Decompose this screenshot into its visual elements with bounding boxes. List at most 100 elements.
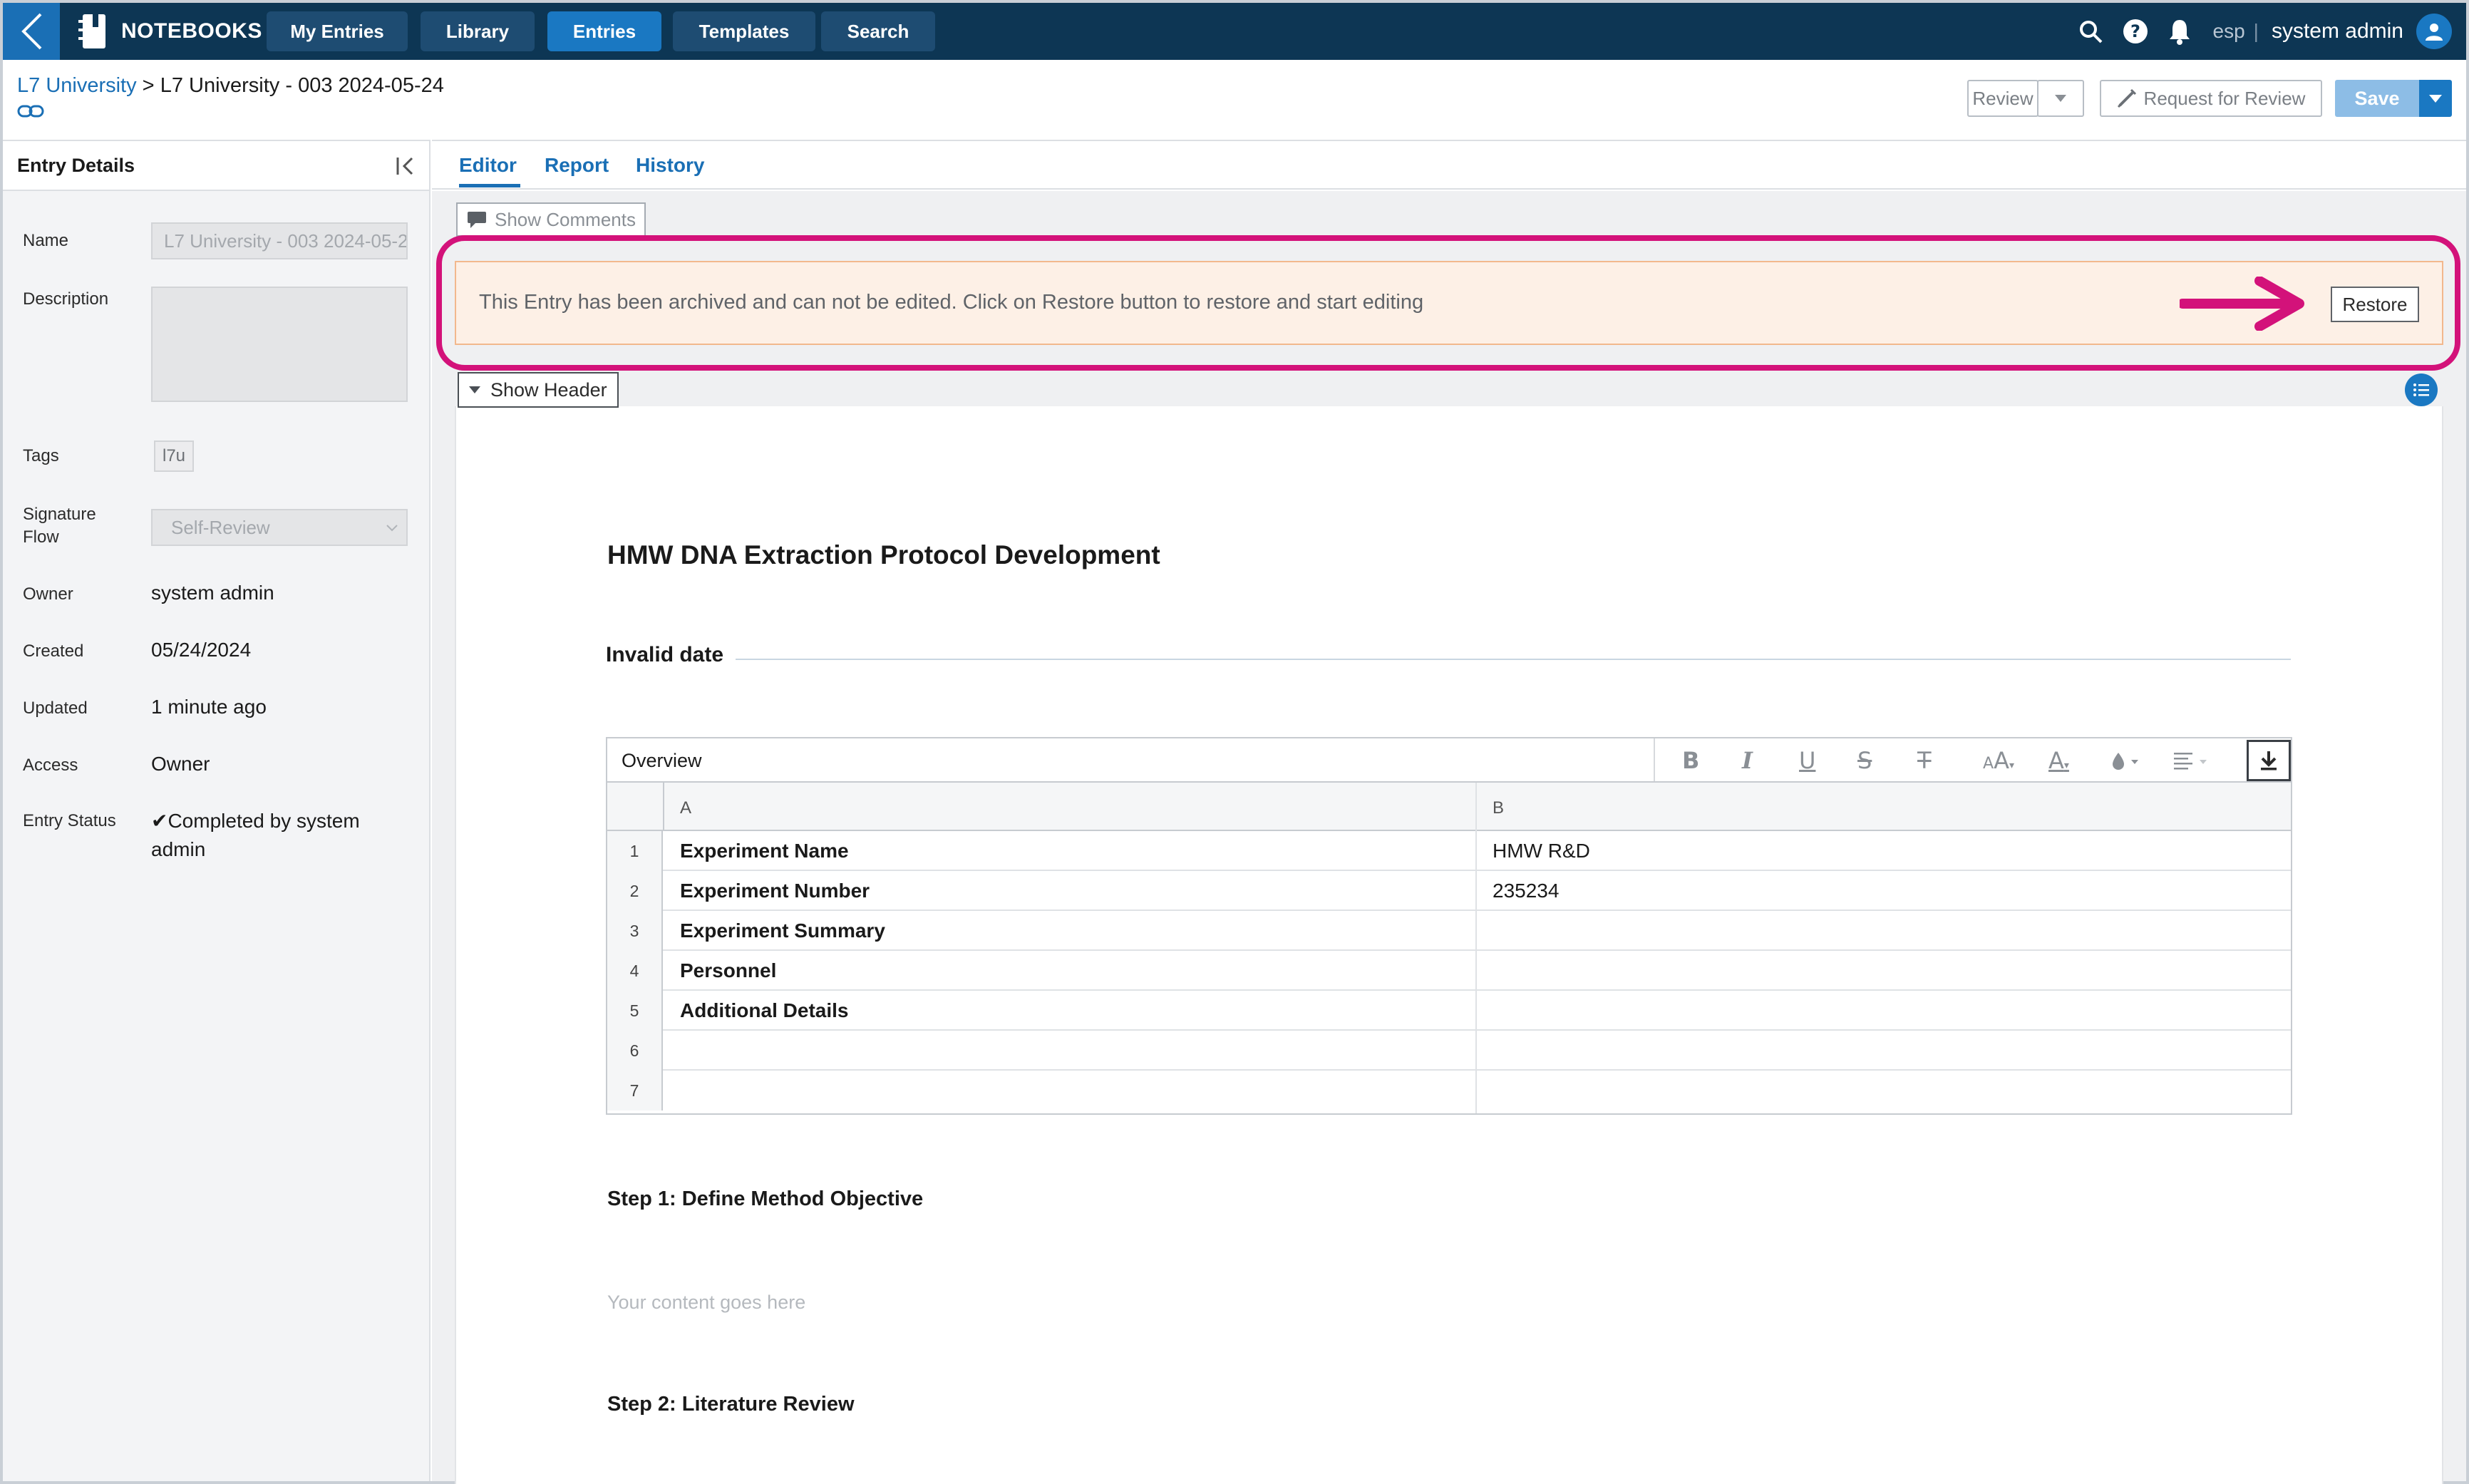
table-row[interactable]: 2 Experiment Number 235234 <box>607 871 2291 911</box>
fill-color-icon[interactable] <box>2110 748 2143 777</box>
entry-status-line1: ✔Completed by system <box>151 810 360 832</box>
italic-icon[interactable]: I <box>1742 748 1753 773</box>
link-icon[interactable] <box>17 104 44 122</box>
user-name[interactable]: system admin <box>2272 19 2403 43</box>
chevron-left-icon <box>21 13 42 50</box>
cell-a[interactable]: Experiment Number <box>680 880 870 902</box>
grid-title: Overview <box>622 750 702 771</box>
search-icon[interactable] <box>2078 19 2103 44</box>
name-field[interactable]: L7 University - 003 2024-05-24 <box>151 222 408 259</box>
owner-value: system admin <box>151 582 274 604</box>
column-b-label: B <box>1493 798 1505 818</box>
entry-status-label: Entry Status <box>23 811 116 830</box>
overview-grid[interactable]: Overview B I U S T AA▾ A▾ A B 1 Experimen… <box>606 737 2292 1115</box>
save-button[interactable]: Save <box>2335 80 2419 117</box>
outline-toggle-button[interactable] <box>2405 373 2438 406</box>
access-value: Owner <box>151 753 210 775</box>
review-button[interactable]: Review <box>1967 80 2038 117</box>
nav-my-entries[interactable]: My Entries <box>267 11 408 51</box>
nav-library[interactable]: Library <box>421 11 535 51</box>
back-button[interactable] <box>3 3 60 60</box>
table-row[interactable]: 5 Additional Details <box>607 991 2291 1031</box>
table-row[interactable]: 4 Personnel <box>607 951 2291 991</box>
row-number: 3 <box>607 911 663 951</box>
column-separator <box>1475 783 1477 1113</box>
font-size-icon[interactable]: AA▾ <box>1983 748 2014 778</box>
tab-active-indicator <box>459 184 520 187</box>
user-icon <box>2426 24 2443 41</box>
entry-status-line2: admin <box>151 838 206 860</box>
cell-a[interactable]: Personnel <box>680 959 776 982</box>
collapse-panel-icon[interactable] <box>395 155 416 182</box>
entry-details-header: Entry Details <box>3 141 429 191</box>
cell-a[interactable]: Experiment Summary <box>680 919 885 942</box>
show-comments-button[interactable]: Show Comments <box>456 202 646 237</box>
cell-b[interactable]: 235234 <box>1493 880 1559 902</box>
row-number: 4 <box>607 951 663 991</box>
created-value: 05/24/2024 <box>151 639 252 661</box>
description-field[interactable] <box>151 287 408 402</box>
signature-flow-value: Self-Review <box>171 516 270 538</box>
show-header-button[interactable]: Show Header <box>458 372 619 408</box>
entry-details-title: Entry Details <box>17 154 135 176</box>
cell-a[interactable]: Experiment Name <box>680 840 849 862</box>
table-row[interactable]: 6 <box>607 1031 2291 1071</box>
tag-chip[interactable]: l7u <box>154 440 195 472</box>
access-label: Access <box>23 756 78 775</box>
tab-history[interactable]: History <box>636 154 704 177</box>
breadcrumb: L7 University > L7 University - 003 2024… <box>17 74 444 98</box>
list-icon <box>2413 383 2429 396</box>
column-header-b[interactable]: B <box>1477 783 2291 831</box>
column-a-label: A <box>680 798 692 818</box>
highlight-outline <box>436 235 2460 371</box>
request-review-button[interactable]: Request for Review <box>2100 80 2322 117</box>
tab-editor[interactable]: Editor <box>459 154 517 177</box>
help-icon[interactable]: ? <box>2122 18 2149 45</box>
breadcrumb-separator: > <box>136 74 160 97</box>
underline-icon[interactable]: U <box>1799 748 1815 773</box>
corner-cell[interactable] <box>607 783 664 831</box>
strikethrough-icon[interactable]: S <box>1857 748 1872 773</box>
toolbar-divider <box>1654 738 1655 781</box>
font-color-icon[interactable]: A▾ <box>2048 748 2069 778</box>
signature-label-line2: Flow <box>23 527 59 547</box>
top-right-tools: ? esp | system admin <box>2059 3 2452 60</box>
breadcrumb-parent-link[interactable]: L7 University <box>17 74 137 97</box>
align-icon[interactable] <box>2172 748 2210 777</box>
nav-separator: | <box>2253 20 2259 42</box>
row-number: 5 <box>607 991 663 1031</box>
table-row[interactable]: 7 <box>607 1071 2291 1111</box>
cell-a[interactable]: Additional Details <box>680 999 848 1022</box>
clear-format-icon[interactable]: T <box>1917 748 1932 773</box>
caret-down-icon <box>2429 94 2442 103</box>
caret-down-icon <box>2055 95 2066 102</box>
bell-icon[interactable] <box>2168 18 2192 45</box>
language-switch[interactable]: esp <box>2213 20 2245 43</box>
table-row[interactable]: 1 Experiment Name HMW R&D <box>607 831 2291 871</box>
avatar[interactable] <box>2416 14 2452 49</box>
row-number: 1 <box>607 831 663 871</box>
tab-report[interactable]: Report <box>545 154 609 177</box>
grid-toolbar: Overview B I U S T AA▾ A▾ <box>607 738 2291 783</box>
arrow-right-icon <box>2180 277 2304 331</box>
bold-icon[interactable]: B <box>1682 748 1699 773</box>
owner-label: Owner <box>23 584 73 604</box>
signature-flow-select[interactable]: Self-Review <box>151 509 408 546</box>
nav-templates[interactable]: Templates <box>673 11 815 51</box>
nav-search[interactable]: Search <box>821 11 935 51</box>
brand[interactable]: NOTEBOOKS <box>77 3 262 60</box>
cell-b[interactable]: HMW R&D <box>1493 840 1590 862</box>
review-dropdown-button[interactable] <box>2037 80 2084 117</box>
save-dropdown-button[interactable] <box>2419 80 2452 117</box>
table-row[interactable]: 3 Experiment Summary <box>607 911 2291 951</box>
step1-content-placeholder[interactable]: Your content goes here <box>607 1292 805 1314</box>
download-icon <box>2261 751 2277 771</box>
caret-down-icon <box>469 386 480 393</box>
nav-entries[interactable]: Entries <box>547 11 661 51</box>
tags-label: Tags <box>23 446 59 465</box>
show-comments-label: Show Comments <box>495 208 636 230</box>
notebook-icon <box>78 14 105 48</box>
request-review-label: Request for Review <box>2143 87 2306 109</box>
column-header-a[interactable]: A <box>664 783 1477 831</box>
download-button[interactable] <box>2247 740 2291 781</box>
